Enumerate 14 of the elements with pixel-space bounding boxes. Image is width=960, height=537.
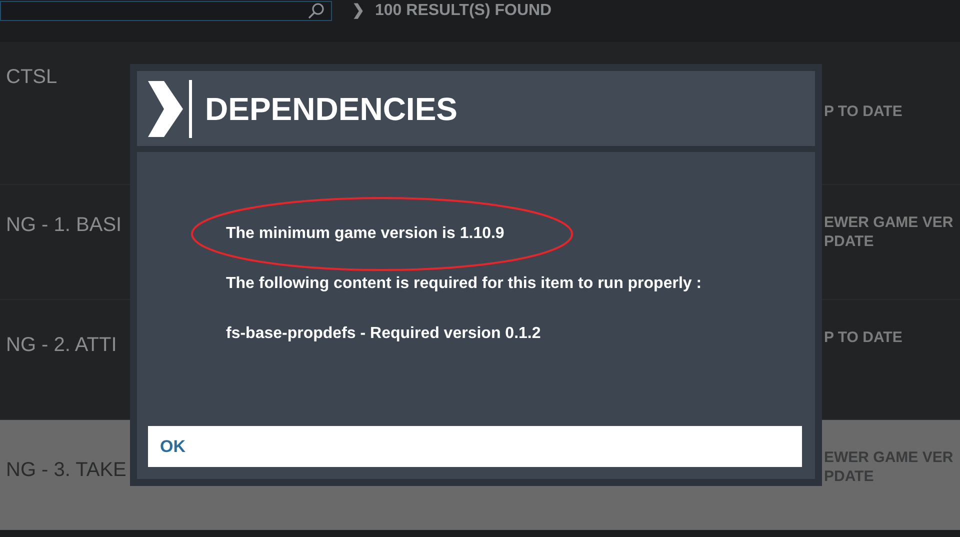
message-text: fs-base-propdefs - Required version 0.1.2: [226, 325, 541, 342]
results-count: 100 RESULT(S) FOUND: [375, 1, 552, 21]
item-title: CTSL: [6, 65, 58, 90]
message-text: The minimum game version is 1.10.9: [226, 225, 504, 242]
status-text: EWER GAME VER: [824, 213, 954, 232]
item-title: NG - 3. TAKE: [6, 458, 126, 483]
chevron-icon: ❯: [352, 0, 365, 22]
status-text: PDATE: [824, 232, 875, 251]
dialog-title: DEPENDENCIES: [205, 90, 458, 128]
message-text: The following content is required for this item to run properly :: [226, 275, 702, 292]
item-title: NG - 2. ATTI: [6, 333, 117, 358]
status-text: P TO DATE: [824, 102, 902, 121]
item-title: NG - 1. BASI: [6, 213, 122, 238]
status-text: P TO DATE: [824, 328, 902, 347]
